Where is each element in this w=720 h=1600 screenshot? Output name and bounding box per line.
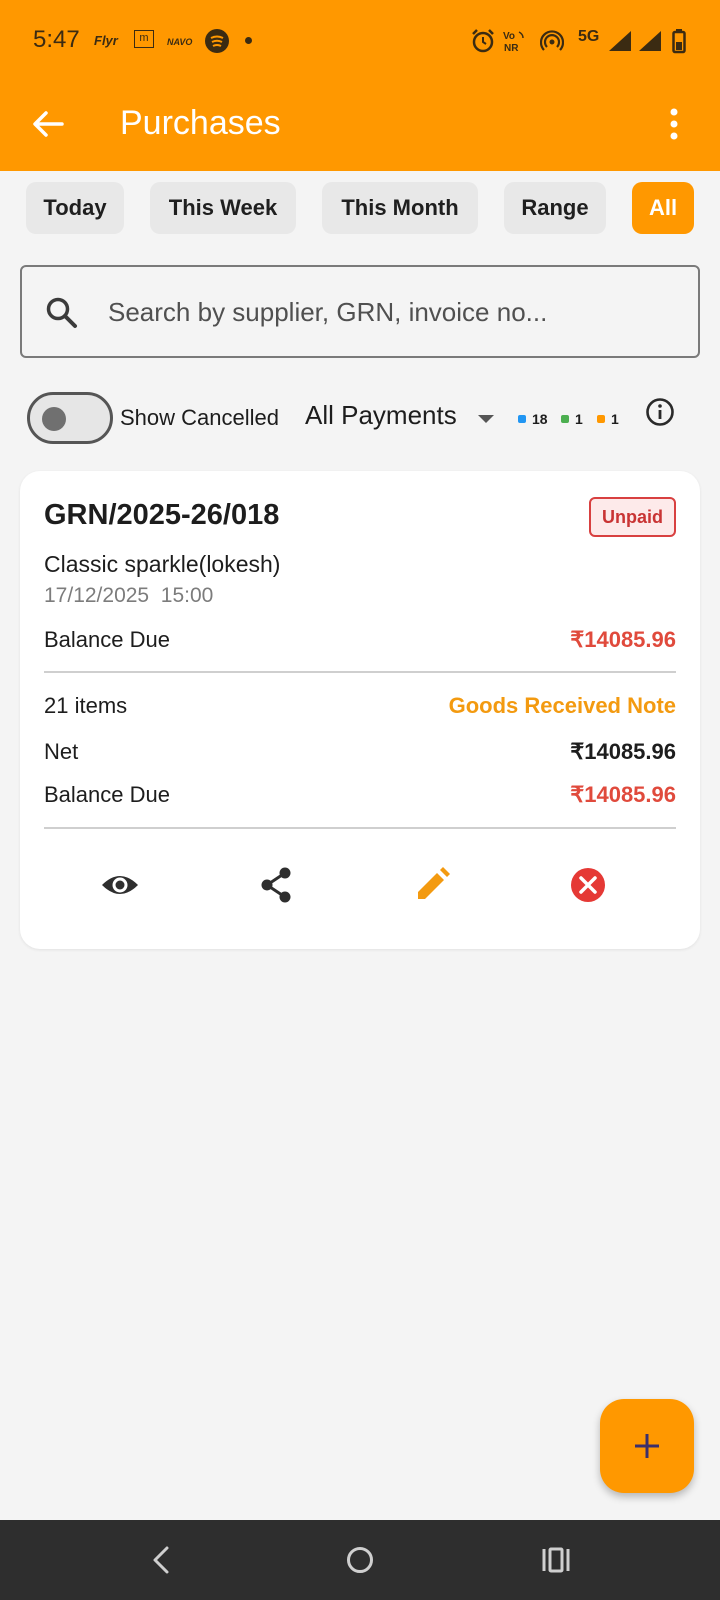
legend-dot-orange <box>597 415 605 423</box>
status-dot <box>245 37 252 44</box>
balance-due-value-2: ₹14085.96 <box>570 782 676 807</box>
app-bar: 5:47 Flyr m NAVO Vo NR 5G Purchases <box>0 0 720 171</box>
vonr-icon: Vo NR <box>503 31 524 54</box>
alarm-icon <box>472 29 494 53</box>
legend-count-green: 1 <box>575 411 583 427</box>
hotspot-icon <box>540 30 564 51</box>
search-input[interactable] <box>108 289 668 335</box>
purchase-time: 15:00 <box>160 584 214 607</box>
document-type: Goods Received Note <box>448 693 676 718</box>
cancel-icon[interactable] <box>568 865 608 905</box>
divider <box>44 671 676 673</box>
system-nav-bar <box>0 1520 720 1600</box>
status-app-navo: NAVO <box>167 37 193 47</box>
legend-dot-green <box>561 415 569 423</box>
purchase-datetime: 17/12/2025 15:00 <box>44 584 213 608</box>
show-cancelled-label: Show Cancelled <box>120 405 279 430</box>
status-time: 5:47 <box>33 26 80 53</box>
network-5g-icon: 5G <box>578 28 600 45</box>
edit-icon[interactable] <box>412 865 452 905</box>
filter-this-month[interactable]: This Month <box>322 182 478 234</box>
info-icon[interactable] <box>644 396 676 428</box>
plus-icon <box>635 1434 659 1458</box>
nav-back-icon[interactable] <box>142 1540 182 1580</box>
title-bar: Purchases <box>0 88 720 158</box>
page-title: Purchases <box>120 104 281 142</box>
legend-dot-blue <box>518 415 526 423</box>
filter-this-week[interactable]: This Week <box>150 182 296 234</box>
items-count: 21 items <box>44 693 128 718</box>
grn-number: GRN/2025-26/018 <box>44 499 280 531</box>
eye-icon[interactable] <box>100 865 140 905</box>
purchase-card[interactable]: GRN/2025-26/018 Unpaid Classic sparkle(l… <box>20 471 700 949</box>
share-icon[interactable] <box>256 865 296 905</box>
controls-row: Show Cancelled All Payments 18 1 1 <box>0 390 720 450</box>
signal-icon-2 <box>639 31 661 51</box>
net-label: Net <box>44 739 79 764</box>
filter-all[interactable]: All <box>632 182 694 234</box>
status-badge: Unpaid <box>589 497 676 537</box>
svg-text:Vo: Vo <box>503 31 515 42</box>
legend-count-orange: 1 <box>611 411 619 427</box>
add-purchase-button[interactable] <box>600 1399 694 1493</box>
filter-range[interactable]: Range <box>504 182 606 234</box>
legend-item-green: 1 <box>561 410 583 428</box>
search-icon <box>46 297 77 328</box>
spotify-icon <box>205 29 229 53</box>
balance-due-label: Balance Due <box>44 627 170 652</box>
status-app-flyr: Flyr <box>94 33 118 48</box>
status-bar: 5:47 Flyr m NAVO Vo NR 5G <box>0 0 720 80</box>
purchase-date: 17/12/2025 <box>44 584 150 607</box>
back-arrow-icon[interactable] <box>28 104 68 144</box>
toggle-knob <box>42 407 66 431</box>
dropdown-caret-icon[interactable] <box>478 415 494 423</box>
net-value: ₹14085.96 <box>570 739 676 764</box>
balance-due-value: ₹14085.96 <box>570 627 676 652</box>
signal-icon <box>609 31 631 51</box>
more-vert-icon[interactable] <box>664 106 684 142</box>
search-box <box>20 265 700 358</box>
status-app-m: m <box>134 30 154 48</box>
supplier-name: Classic sparkle(lokesh) <box>44 551 281 577</box>
nav-home-icon[interactable] <box>340 1540 380 1580</box>
nav-recents-icon[interactable] <box>536 1540 576 1580</box>
legend-item-orange: 1 <box>597 410 619 428</box>
divider <box>44 827 676 829</box>
legend-item-blue: 18 <box>518 410 548 428</box>
date-filter-bar: Today This Week This Month Range All <box>0 182 720 234</box>
legend-count-blue: 18 <box>532 411 548 427</box>
balance-due-label-2: Balance Due <box>44 782 170 807</box>
battery-icon <box>672 29 686 54</box>
show-cancelled-toggle[interactable] <box>27 392 113 444</box>
svg-text:NR: NR <box>504 43 519 54</box>
payments-filter-dropdown[interactable]: All Payments <box>305 400 457 431</box>
filter-today[interactable]: Today <box>26 182 124 234</box>
